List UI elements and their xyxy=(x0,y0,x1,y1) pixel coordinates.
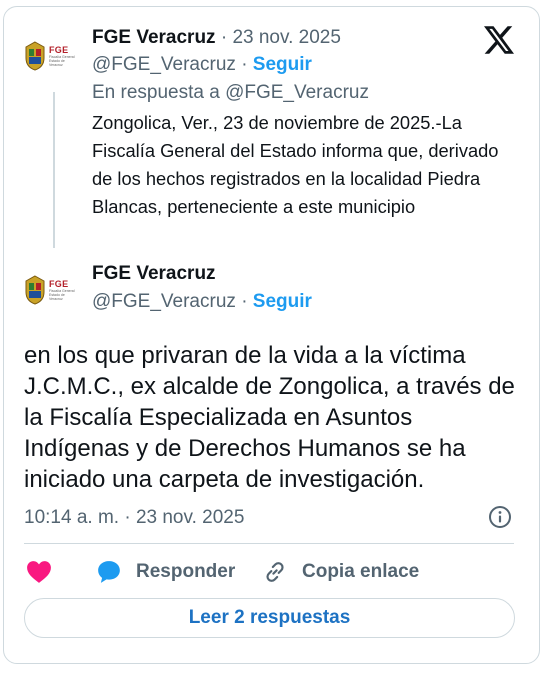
main-tweet-text: en los que privaran de la vida a la víct… xyxy=(24,342,515,493)
copy-link-button[interactable]: Copia enlace xyxy=(262,558,419,586)
read-replies-button[interactable]: Leer 2 respuestas xyxy=(24,598,515,638)
parent-handle[interactable]: @FGE_Veracruz xyxy=(92,54,236,75)
tweet-timestamp[interactable]: 10:14 a. m. · 23 nov. 2025 xyxy=(24,507,244,529)
reply-button[interactable]: Responder xyxy=(96,558,235,586)
parent-handle-separator: · xyxy=(241,54,248,75)
speech-bubble-icon xyxy=(98,561,120,583)
fge-logo-text: FGE Fiscalía General Estado de Veracruz xyxy=(49,279,77,301)
parent-date[interactable]: 23 nov. 2025 xyxy=(232,27,340,48)
link-icon xyxy=(266,562,284,582)
main-handle-row: @FGE_Veracruz · Seguir xyxy=(92,291,312,313)
parent-date-separator: · xyxy=(220,27,228,48)
avatar[interactable]: FGE Fiscalía General Estado de Veracruz xyxy=(24,37,78,75)
thread-connector-line xyxy=(53,92,55,248)
fge-logo-text: FGE Fiscalía General Estado de Veracruz xyxy=(49,45,77,67)
avatar[interactable]: FGE Fiscalía General Estado de Veracruz xyxy=(24,271,78,309)
parent-author-row: FGE Veracruz · 23 nov. 2025 xyxy=(92,27,341,49)
fge-seal-icon xyxy=(25,275,45,305)
parent-handle-row: @FGE_Veracruz · Seguir xyxy=(92,54,312,76)
divider xyxy=(24,543,514,544)
heart-icon xyxy=(27,561,51,583)
main-handle[interactable]: @FGE_Veracruz xyxy=(92,291,236,312)
fge-seal-icon xyxy=(25,41,45,71)
fge-logo-label: FGE xyxy=(49,45,69,55)
parent-author-name[interactable]: FGE Veracruz xyxy=(92,27,216,48)
parent-tweet-text: Zongolica, Ver., 23 de noviembre de 2025… xyxy=(92,112,499,217)
reply-label: Responder xyxy=(136,561,236,582)
fge-logo-label: FGE xyxy=(49,279,69,289)
x-logo-icon[interactable] xyxy=(484,26,514,54)
main-follow-button[interactable]: Seguir xyxy=(253,291,312,312)
main-handle-separator: · xyxy=(241,291,248,312)
parent-follow-button[interactable]: Seguir xyxy=(253,54,312,75)
copy-link-label: Copia enlace xyxy=(302,561,420,582)
fge-logo-subtext: Fiscalía General Estado de Veracruz xyxy=(49,289,75,301)
reply-to-label[interactable]: En respuesta a @FGE_Veracruz xyxy=(92,82,369,104)
info-icon[interactable] xyxy=(488,505,512,529)
like-button[interactable] xyxy=(26,558,66,586)
fge-logo-subtext: Fiscalía General Estado de Veracruz xyxy=(49,55,75,67)
main-author-name[interactable]: FGE Veracruz xyxy=(92,263,216,285)
